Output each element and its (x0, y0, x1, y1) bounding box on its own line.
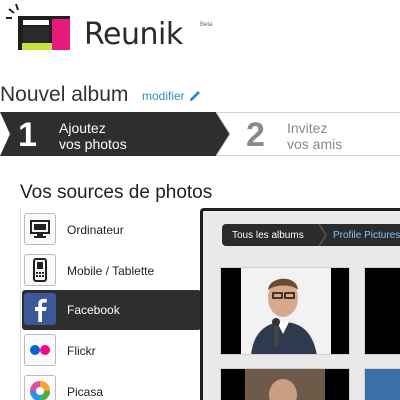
step-1-line2: vos photos (59, 136, 127, 152)
portrait-photo (221, 268, 349, 354)
source-item-flickr[interactable]: Flickr (22, 331, 201, 371)
step-2-label[interactable]: Invitez vos amis (287, 120, 342, 152)
beta-badge: Beta (200, 22, 213, 28)
pencil-icon (189, 91, 200, 101)
step-2-line2: vos amis (287, 136, 343, 152)
photo-thumbnail[interactable] (220, 368, 350, 400)
source-label: Mobile / Tablette (67, 264, 155, 278)
step-1-line1: Ajoutez (59, 120, 106, 136)
source-label: Flickr (67, 344, 96, 358)
step-1-label[interactable]: Ajoutez vos photos (59, 120, 127, 152)
step-2-number: 2 (246, 116, 265, 154)
album-title: Nouvel album (0, 83, 129, 106)
step-2-line1: Invitez (287, 120, 328, 136)
photo-thumbnail[interactable] (364, 267, 400, 355)
sources-title: Vos sources de photos (20, 182, 213, 203)
source-item-mobile[interactable]: Mobile / Tablette (22, 251, 201, 291)
mobile-icon (24, 254, 56, 286)
facebook-icon (24, 293, 56, 325)
source-item-picasa[interactable]: Picasa (22, 372, 201, 400)
modify-album-link[interactable]: modifier (142, 89, 202, 103)
reunik-logo[interactable]: Reunik Beta (6, 2, 216, 54)
sources-list: Ordinateur Mobile / Tablette Facebook Fl… (20, 207, 201, 400)
photo-thumbnail[interactable] (364, 368, 400, 400)
breadcrumb-all-albums[interactable]: Tous les albums (232, 230, 304, 242)
photo-thumbnail[interactable] (220, 267, 350, 355)
source-label: Ordinateur (67, 223, 124, 237)
breadcrumb-separator-icon (318, 224, 327, 246)
source-label: Picasa (67, 385, 104, 399)
source-item-facebook[interactable]: Facebook (22, 290, 201, 330)
source-item-ordinateur[interactable]: Ordinateur (22, 210, 201, 250)
source-label: Facebook (67, 303, 120, 317)
logo-mark-icon (6, 3, 70, 50)
flickr-icon (24, 334, 56, 366)
photo-preview (221, 369, 349, 400)
logo-text: Reunik (84, 17, 183, 52)
picasa-icon (24, 375, 56, 400)
breadcrumb-profile-pictures[interactable]: Profile Pictures (333, 230, 400, 242)
modify-label: modifier (142, 89, 185, 103)
step-1-number: 1 (18, 116, 37, 154)
monitor-icon (24, 213, 56, 245)
